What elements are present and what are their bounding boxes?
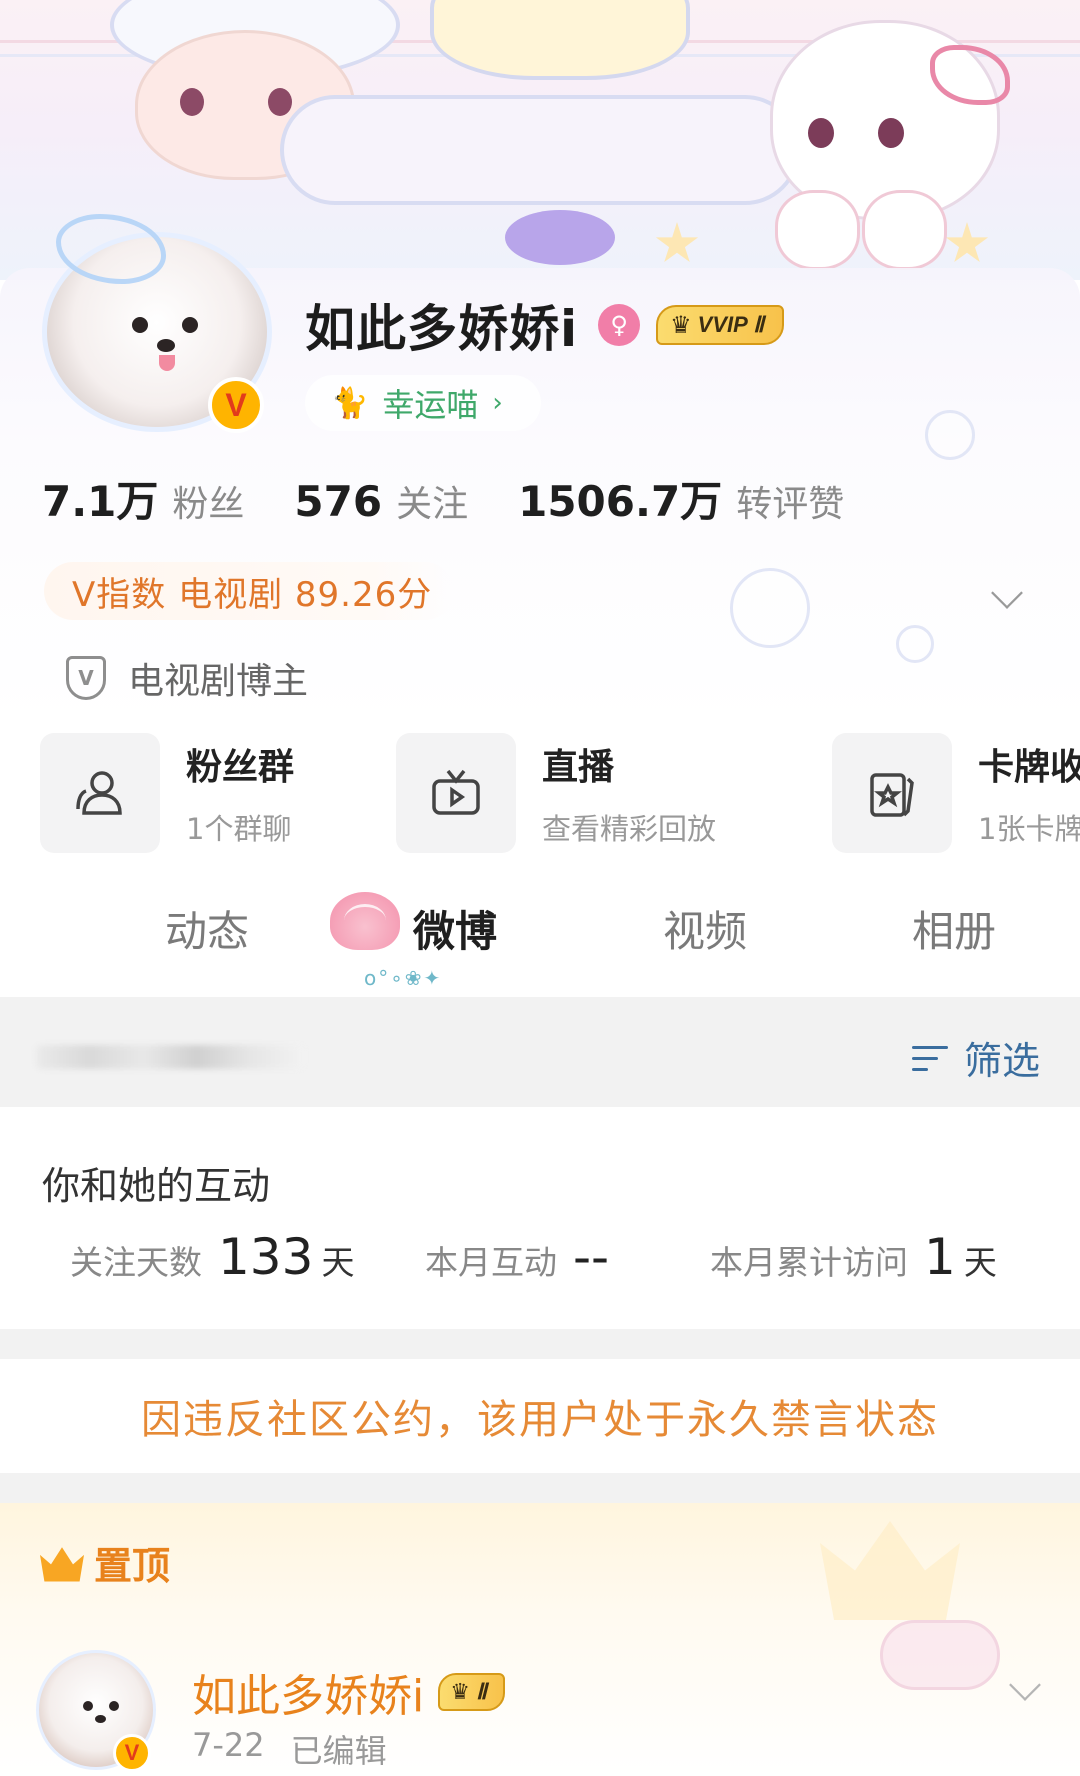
post-meta: 7-22 已编辑 [192,1726,387,1772]
stat-label: 关注 [396,484,469,525]
tab-album[interactable]: 相册 [912,898,996,959]
verified-v-icon: V [208,377,264,433]
group-icon [40,732,160,853]
feature-title: 直播 [542,746,615,788]
feature-cards[interactable]: 卡牌收 1张卡牌 [832,730,1080,855]
interaction-stat-follow-days: 关注天数 133 天 [70,1228,354,1286]
bubble-decoration [730,568,810,648]
blogger-tag[interactable]: V 电视剧博主 [66,652,308,704]
vvip-badge-text: VVIP Ⅱ [697,312,764,337]
feature-subtitle: 1个群聊 [186,811,292,846]
banner-fish-decoration [505,210,615,265]
stat-following[interactable]: 576 关注 [294,475,468,527]
post-vip-badge[interactable]: ♛ Ⅱ [438,1673,505,1711]
tab-video[interactable]: 视频 [663,898,747,959]
banner-cat-decoration [775,190,860,270]
lucky-cat-label: 幸运喵 [382,386,479,424]
interaction-stat-unit: 天 [963,1243,997,1282]
post-edited-label: 已编辑 [290,1732,387,1770]
stat-label: 转评赞 [736,484,845,525]
stats-row: 7.1万 粉丝 576 关注 1506.7万 转评赞 [42,468,894,529]
interaction-stat-unit: 天 [321,1243,355,1282]
filter-button[interactable]: 筛选 [912,1030,1040,1085]
profile-avatar[interactable]: V [36,214,276,434]
stat-number: 576 [294,477,383,526]
ban-notice: 因违反社区公约，该用户处于永久禁言状态 [0,1359,1080,1473]
feature-subtitle: 查看精彩回放 [542,811,717,846]
crown-icon: ♛ [670,311,692,339]
feature-live[interactable]: 直播 查看精彩回放 [396,730,716,855]
sort-filter-icon [912,1040,954,1076]
stat-label: 粉丝 [172,484,245,525]
post-author-row: 如此多娇娇i ♛ Ⅱ [192,1660,505,1724]
lucky-cat-pill[interactable]: 🐈 幸运喵 › [305,375,541,431]
feature-title: 卡牌收 [978,746,1080,788]
banner-plate-decoration [430,0,690,80]
blurred-placeholder [36,1045,304,1069]
banner-cloud-bed-decoration [280,95,800,205]
interaction-stat-value: 133 [218,1228,314,1286]
cloud-decoration [880,1620,1000,1690]
shell-icon [330,892,400,950]
interaction-section [0,1107,1080,1329]
interaction-stat-value: -- [573,1228,610,1286]
section-divider [0,1473,1080,1503]
filter-label: 筛选 [964,1039,1041,1083]
crown-icon: ♛ [450,1679,470,1705]
feature-fan-group[interactable]: 粉丝群 1个群聊 [40,730,294,855]
feature-title: 粉丝群 [186,746,295,788]
interaction-stat-label: 关注天数 [70,1243,202,1282]
banner-cat-decoration [862,190,947,270]
crown-icon [40,1547,84,1582]
vvip-badge[interactable]: ♛ VVIP Ⅱ [656,305,784,345]
feature-subtitle: 1张卡牌 [978,811,1080,846]
fish-bubbles-icon: o°∘❀✦ [364,966,443,990]
stat-number: 7.1万 [42,477,159,526]
username: 如此多娇娇i [305,300,579,358]
interaction-stat-monthly: 本月互动 -- [425,1228,609,1286]
interaction-stats: 关注天数 133 天 本月互动 -- 本月累计访问 1 天 [70,1228,1070,1288]
feature-cards-row: 粉丝群 1个群聊 直播 查看精彩回放 卡牌收 1张卡牌 [40,730,1080,860]
stat-engagement[interactable]: 1506.7万 转评赞 [518,468,844,529]
section-divider [0,1329,1080,1359]
chevron-right-icon: › [492,388,503,418]
name-row: 如此多娇娇i ♀ ♛ VVIP Ⅱ [305,290,784,360]
card-icon [832,732,952,853]
pinned-label: 置顶 [40,1535,170,1590]
bubble-decoration [925,410,975,460]
profile-tabs: 动态 微博 视频 相册 [0,880,1080,1000]
interaction-stat-visits: 本月累计访问 1 天 [710,1228,997,1286]
stat-number: 1506.7万 [518,477,723,526]
v-index-pill[interactable]: V指数 电视剧 89.26分 [44,562,454,620]
banner-star-decoration [945,222,989,263]
blogger-tag-label: 电视剧博主 [128,661,309,702]
tv-play-icon [396,732,516,853]
post-date: 7-22 [192,1726,265,1764]
ban-notice-text: 因违反社区公约，该用户处于永久禁言状态 [141,1397,939,1443]
female-gender-icon: ♀ [598,304,641,346]
interaction-stat-label: 本月互动 [425,1243,557,1282]
pinned-label-text: 置顶 [94,1544,171,1588]
tab-weibo[interactable]: 微博 [413,898,497,959]
interaction-stat-label: 本月累计访问 [710,1243,908,1282]
cat-icon: 🐈 [331,385,369,421]
shield-v-icon: V [66,656,106,700]
post-vip-badge-text: Ⅱ [475,1679,487,1704]
bubble-decoration [896,625,934,663]
verified-v-icon: V [113,1734,151,1772]
tab-dynamics[interactable]: 动态 [165,898,249,959]
post-author-name[interactable]: 如此多娇娇i [192,1660,424,1724]
interaction-stat-value: 1 [924,1228,956,1286]
interaction-title: 你和她的互动 [42,1164,271,1208]
v-index-text: V指数 电视剧 89.26分 [72,574,433,615]
banner-star-decoration [655,222,699,263]
stat-followers[interactable]: 7.1万 粉丝 [42,468,244,529]
